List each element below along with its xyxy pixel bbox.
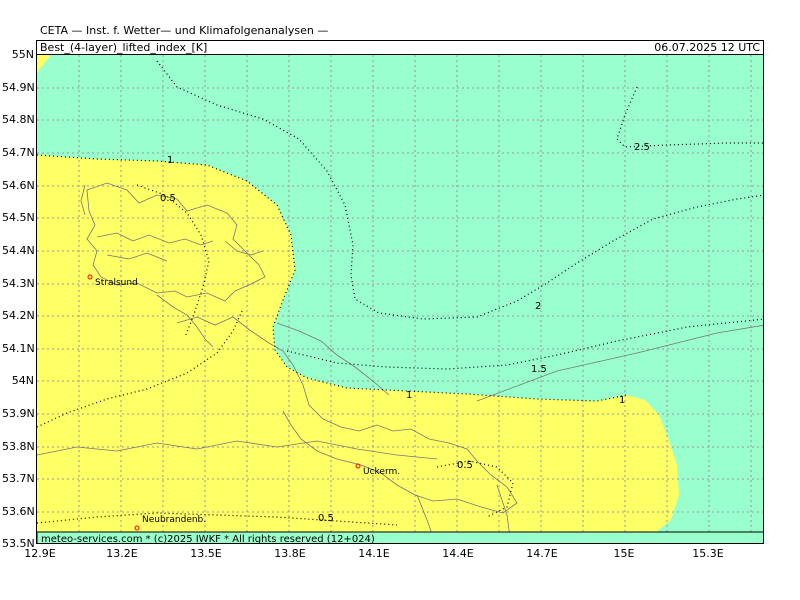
parameter-title: Best_(4-layer)_lifted_index_[K] bbox=[40, 41, 208, 54]
contour-label: 0.5 bbox=[160, 193, 176, 204]
lat-label: 54.5N bbox=[2, 211, 35, 224]
valid-time: 06.07.2025 12 UTC bbox=[654, 41, 760, 54]
lat-label: 53.6N bbox=[2, 505, 35, 518]
credit-text: meteo-services.com * (c)2025 IWKF * All … bbox=[41, 534, 375, 544]
lat-label: 54.6N bbox=[2, 179, 35, 192]
lat-label: 54N bbox=[11, 374, 34, 387]
institute-header: CETA — Inst. f. Wetter— und Klimafolgena… bbox=[40, 24, 329, 37]
lon-label: 13.8E bbox=[274, 547, 306, 560]
contour-label: 1 bbox=[167, 155, 173, 166]
lat-label: 53.8N bbox=[2, 440, 35, 453]
lat-label: 53.7N bbox=[2, 472, 35, 485]
lat-label: 55N bbox=[11, 48, 34, 61]
lon-label: 13.2E bbox=[106, 547, 138, 560]
contour-label: 0.5 bbox=[457, 460, 473, 471]
lon-label: 14.7E bbox=[526, 547, 558, 560]
lat-label: 54.1N bbox=[2, 342, 35, 355]
lon-label: 14.1E bbox=[358, 547, 390, 560]
map-canvas: 1 0.5 2.5 2 1.5 1 1 0.5 0.5 Stralsund Uc… bbox=[37, 55, 763, 544]
lat-label: 54.7N bbox=[2, 146, 35, 159]
city-label-neubrandenburg: Neubrandenb. bbox=[142, 515, 206, 525]
lat-label: 54.2N bbox=[2, 309, 35, 322]
lon-label: 15E bbox=[613, 547, 635, 560]
lon-label: 15.3E bbox=[692, 547, 724, 560]
lon-label: 12.9E bbox=[24, 547, 56, 560]
contour-label: 1 bbox=[406, 390, 412, 401]
city-label-stralsund: Stralsund bbox=[95, 278, 138, 288]
contour-label: 2 bbox=[535, 301, 541, 312]
lat-label: 54.9N bbox=[2, 81, 35, 94]
lon-label: 13.5E bbox=[190, 547, 222, 560]
contour-label: 0.5 bbox=[318, 513, 334, 524]
map-panel: 1 0.5 2.5 2 1.5 1 1 0.5 0.5 Stralsund Uc… bbox=[36, 54, 764, 544]
contour-label: 1.5 bbox=[531, 364, 547, 375]
contour-label: 2.5 bbox=[634, 142, 650, 153]
lat-label: 53.9N bbox=[2, 407, 35, 420]
lat-label: 54.8N bbox=[2, 113, 35, 126]
lat-label: 54.3N bbox=[2, 277, 35, 290]
lat-label: 54.4N bbox=[2, 244, 35, 257]
city-label-uckermark: Uckerm. bbox=[363, 467, 400, 477]
lon-label: 14.4E bbox=[442, 547, 474, 560]
contour-label: 1 bbox=[619, 395, 625, 406]
